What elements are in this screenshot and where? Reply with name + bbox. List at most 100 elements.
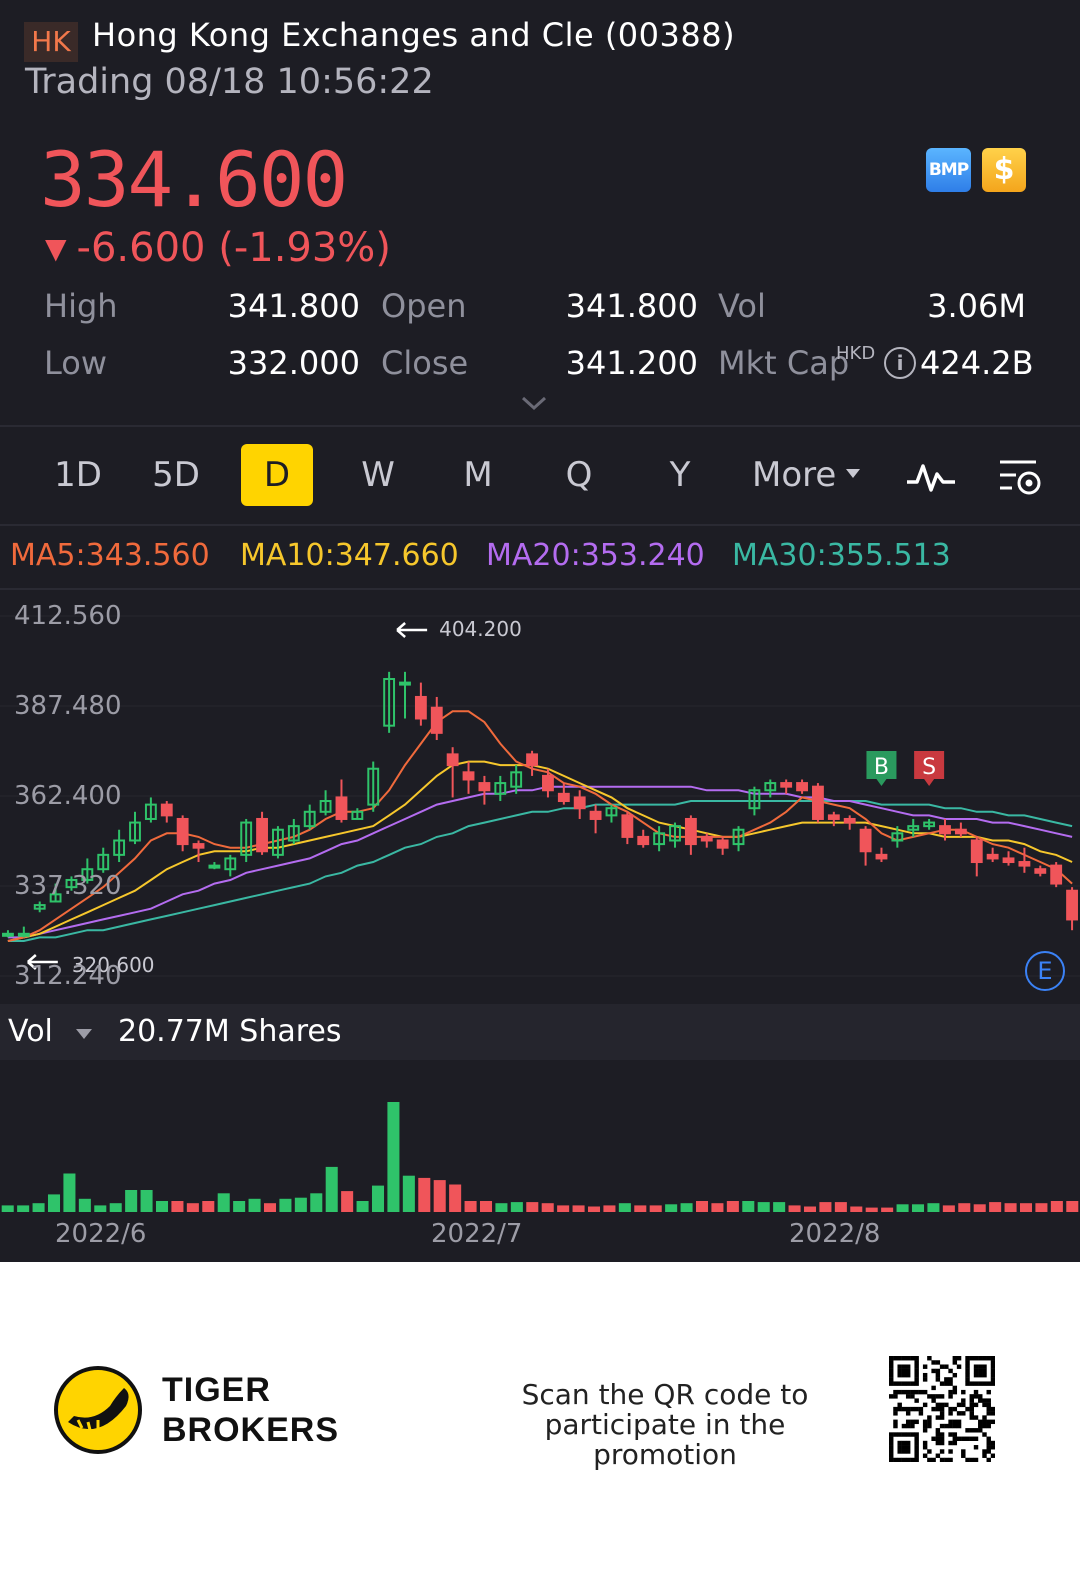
tab-d[interactable]: D (241, 444, 313, 506)
qr-module (910, 1457, 915, 1462)
qr-module (914, 1368, 919, 1374)
qr-module (986, 1406, 991, 1412)
qr-module (914, 1372, 919, 1378)
qr-module (965, 1436, 970, 1441)
qr-module (948, 1457, 953, 1462)
tab-q[interactable]: Q (541, 444, 617, 506)
qr-module (990, 1360, 995, 1365)
qr-module (914, 1389, 919, 1395)
qr-module (914, 1356, 919, 1361)
volume-bar (294, 1197, 307, 1212)
qr-module (927, 1423, 932, 1429)
candle-body (192, 843, 205, 849)
tab-more[interactable]: More (752, 444, 844, 506)
qr-module (905, 1411, 911, 1416)
tab-w[interactable]: W (340, 444, 416, 506)
qr-module (969, 1457, 974, 1462)
event-marker-icon[interactable]: E (1025, 951, 1065, 991)
qr-module (910, 1356, 915, 1361)
qr-module (982, 1381, 987, 1386)
candle-body (17, 932, 30, 937)
candle-body (939, 825, 951, 835)
chevron-down-icon[interactable] (520, 393, 548, 413)
candle (1002, 851, 1015, 866)
candle (256, 811, 268, 855)
vol-value: 3.06M (927, 287, 1026, 325)
qr-module (931, 1436, 936, 1441)
volume-dropdown-icon[interactable] (76, 1029, 92, 1039)
candle (129, 811, 141, 845)
qr-module (914, 1406, 919, 1412)
qr-module (939, 1406, 945, 1412)
qr-module (905, 1381, 911, 1386)
volume-bar (1066, 1201, 1079, 1212)
qr-module (944, 1457, 949, 1462)
candle (319, 790, 332, 816)
volume-chart[interactable] (0, 1062, 1080, 1214)
caret-down-icon[interactable] (845, 468, 861, 480)
qr-module (889, 1356, 894, 1361)
candle (954, 822, 967, 837)
close-label: Close (381, 344, 469, 382)
dollar-icon[interactable]: $ (982, 148, 1026, 192)
qr-module (889, 1360, 894, 1365)
qr-module (914, 1449, 919, 1454)
y-tick-label: 412.560 (14, 601, 122, 631)
qr-module (922, 1377, 928, 1382)
volume-label[interactable]: Vol (8, 1014, 53, 1049)
volume-bar (649, 1205, 662, 1212)
tab-5d[interactable]: 5D (138, 444, 214, 506)
qr-module (897, 1368, 902, 1374)
candle (430, 696, 443, 741)
indicator-icon[interactable] (905, 456, 957, 496)
volume-bar (773, 1202, 786, 1212)
candle (144, 797, 157, 823)
candle-body (160, 803, 173, 817)
bmp-quote-icon[interactable]: BMP (926, 148, 971, 192)
qr-code[interactable] (889, 1356, 995, 1462)
qr-module (901, 1440, 907, 1446)
candle-body (1034, 868, 1047, 874)
candle (399, 671, 411, 719)
qr-module (901, 1372, 907, 1378)
tab-y[interactable]: Y (642, 444, 718, 506)
qr-module (978, 1356, 983, 1361)
qr-module (905, 1389, 911, 1395)
volume-bar (279, 1198, 292, 1212)
qr-module (973, 1415, 979, 1420)
candle (605, 804, 618, 823)
qr-module (889, 1453, 894, 1458)
tab-1d[interactable]: 1D (40, 444, 116, 506)
qr-module (918, 1389, 924, 1395)
qr-module (939, 1415, 945, 1420)
candle-body (2, 932, 14, 937)
qr-module (969, 1356, 974, 1361)
qr-module (965, 1368, 970, 1374)
candle (414, 682, 427, 726)
qr-module (952, 1440, 958, 1446)
price-chart[interactable]: 404.200320.600B S (0, 590, 1080, 1004)
volume-bar (865, 1207, 878, 1212)
candle-body (954, 828, 967, 835)
y-tick-label: 362.400 (14, 781, 122, 811)
qr-module (969, 1381, 974, 1386)
info-icon[interactable]: i (884, 347, 916, 379)
volume-bar (1, 1205, 14, 1212)
qr-module (982, 1368, 987, 1374)
tab-m[interactable]: M (440, 444, 516, 506)
qr-module (927, 1415, 932, 1420)
qr-module (939, 1423, 945, 1429)
volume-bar (263, 1203, 277, 1212)
candle-body (335, 796, 348, 820)
qr-module (889, 1381, 894, 1386)
candle (923, 818, 936, 830)
candle (1050, 862, 1063, 888)
stock-title[interactable]: Hong Kong Exchanges and Cle (00388) (92, 16, 735, 54)
volume-bar (464, 1201, 477, 1212)
qr-module (905, 1457, 911, 1462)
qr-module (905, 1406, 911, 1412)
candle-body (478, 782, 491, 792)
chart-settings-icon[interactable] (996, 456, 1044, 500)
volume-bar (325, 1166, 338, 1212)
qr-module (897, 1406, 902, 1412)
